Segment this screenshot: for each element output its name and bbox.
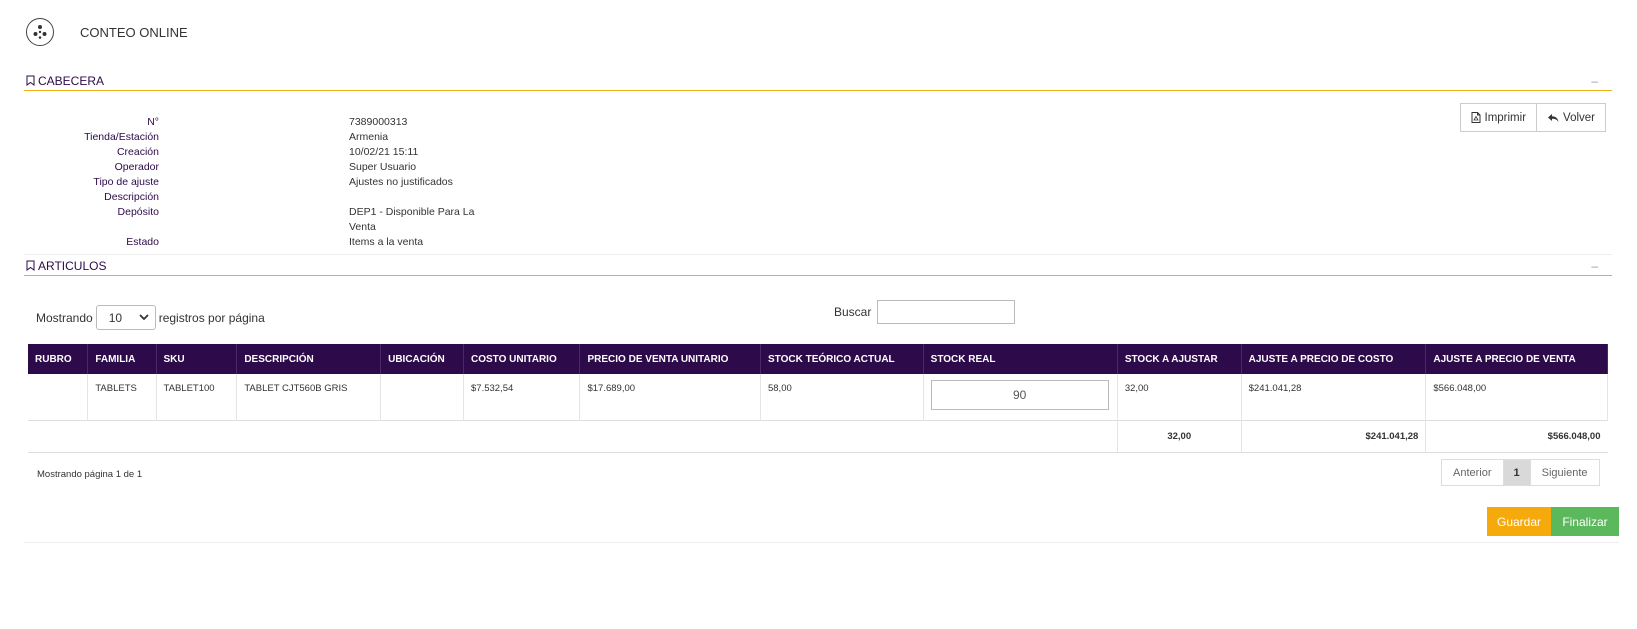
bookmark-icon [26,260,35,271]
table-header-row: RUBRO FAMILIA SKU DESCRIPCIÓN UBICACIÓN … [28,344,1608,374]
field-descripcion: Descripción [24,190,484,205]
field-estado: Estado Items a la venta [24,235,484,250]
search-input[interactable] [877,300,1016,324]
cabecera-title: CABECERA [38,73,105,88]
cell-ajuste-costo: $241.041,28 [1241,374,1427,420]
cabecera-fields: N° 7389000313 Tienda/Estación Armenia Cr… [24,115,484,250]
cell-costo-unitario: $7.532,54 [463,374,581,420]
page-length-control: Mostrando 10 registros por página [36,305,265,330]
page-size-value: 10 [108,310,123,325]
cell-descripcion: TABLET CJT560B GRIS [236,374,382,420]
field-value: Items a la venta [349,236,424,248]
app-header: CONTEO ONLINE [26,17,188,47]
field-value: Armenia [349,131,389,143]
chevron-down-icon [139,314,149,321]
collapse-articulos-button[interactable]: – [1591,259,1612,273]
pdf-file-icon [1471,112,1480,123]
cell-familia: TABLETS [87,374,157,420]
bookmark-icon [26,75,35,86]
field-value: 10/02/21 15:11 [349,146,419,158]
app-title: CONTEO ONLINE [80,24,188,40]
showing-prefix: Mostrando [36,310,93,325]
column-header[interactable]: STOCK A AJUSTAR [1117,344,1242,374]
stock-real-input[interactable] [930,380,1109,410]
field-label: Operador [114,161,159,173]
totals-spacer [28,419,1118,453]
column-header[interactable]: UBICACIÓN [380,344,464,374]
field-value: 7389000313 [349,116,408,128]
column-header[interactable]: STOCK TEÓRICO ACTUAL [760,344,924,374]
column-header[interactable]: DESCRIPCIÓN [236,344,382,374]
field-tienda: Tienda/Estación Armenia [24,130,484,145]
field-tipo-ajuste: Tipo de ajuste Ajustes no justificados [24,175,484,190]
field-label: Estado [126,236,159,248]
cell-ubicacion [380,374,464,420]
cell-stock-real [923,374,1118,420]
pagination: Anterior 1 Siguiente [1441,459,1600,486]
field-operador: Operador Super Usuario [24,160,484,175]
cell-stock-ajustar: 32,00 [1117,374,1242,420]
page-info: Mostrando página 1 de 1 [37,469,143,480]
back-label: Volver [1563,111,1595,124]
cell-ajuste-venta: $566.048,00 [1425,374,1608,420]
field-label: Depósito [117,206,159,218]
field-label: N° [147,116,159,128]
header-actions: Imprimir Volver [1459,103,1606,132]
column-header[interactable]: PRECIO DE VENTA UNITARIO [579,344,761,374]
column-header[interactable]: AJUSTE A PRECIO DE VENTA [1425,344,1608,374]
pagination-prev-button[interactable]: Anterior [1441,459,1504,486]
cabecera-body: N° 7389000313 Tienda/Estación Armenia Cr… [24,103,1612,255]
finish-button[interactable]: Finalizar [1551,507,1619,536]
field-label: Creación [116,146,159,158]
cell-stock-teorico: 58,00 [760,374,924,420]
pagination-next-button[interactable]: Siguiente [1530,459,1600,486]
column-header[interactable]: STOCK REAL [923,344,1118,374]
page-size-select[interactable]: 10 [95,305,156,330]
flower-logo-icon[interactable] [26,18,54,46]
field-value: DEP1 - Disponible Para La Venta [349,206,475,233]
cabecera-header: CABECERA – [24,71,1612,91]
search-label: Buscar [834,305,872,319]
field-numero: N° 7389000313 [24,115,484,130]
back-button[interactable]: Volver [1537,103,1606,132]
save-button[interactable]: Guardar [1487,507,1551,536]
showing-suffix: registros por página [158,310,265,325]
cell-rubro [28,374,89,420]
column-header[interactable]: COSTO UNITARIO [463,344,581,374]
total-ajuste-venta: $566.048,00 [1425,419,1608,453]
print-button[interactable]: Imprimir [1459,103,1538,132]
print-label: Imprimir [1484,111,1527,124]
field-value: Ajustes no justificados [349,176,453,188]
totals-row: 32,00 $241.041,28 $566.048,00 [28,419,1608,453]
divider [24,542,1619,543]
collapse-cabecera-button[interactable]: – [1591,74,1612,88]
field-value: Super Usuario [349,161,417,173]
articulos-header: ARTICULOS – [24,256,1612,276]
column-header[interactable]: AJUSTE A PRECIO DE COSTO [1241,344,1427,374]
cell-sku: TABLET100 [156,374,238,420]
cell-precio-venta: $17.689,00 [579,374,761,420]
column-header[interactable]: RUBRO [28,344,89,374]
table-row: TABLETS TABLET100 TABLET CJT560B GRIS $7… [28,374,1608,420]
field-creacion: Creación 10/02/21 15:11 [24,145,484,160]
articulos-title: ARTICULOS [38,258,107,273]
field-label: Tipo de ajuste [93,176,159,188]
reply-arrow-icon [1548,113,1559,122]
field-label: Tienda/Estación [84,131,159,143]
total-stock-ajustar: 32,00 [1116,419,1242,453]
field-deposito: Depósito DEP1 - Disponible Para La Venta [24,205,484,235]
column-header[interactable]: SKU [156,344,238,374]
total-ajuste-costo: $241.041,28 [1241,419,1427,453]
articles-table: RUBRO FAMILIA SKU DESCRIPCIÓN UBICACIÓN … [28,344,1608,453]
table-controls: Mostrando 10 registros por página Buscar [24,300,1612,334]
field-label: Descripción [104,191,159,203]
pagination-page-1[interactable]: 1 [1503,459,1531,486]
column-header[interactable]: FAMILIA [87,344,157,374]
search-control: Buscar [834,300,1016,324]
